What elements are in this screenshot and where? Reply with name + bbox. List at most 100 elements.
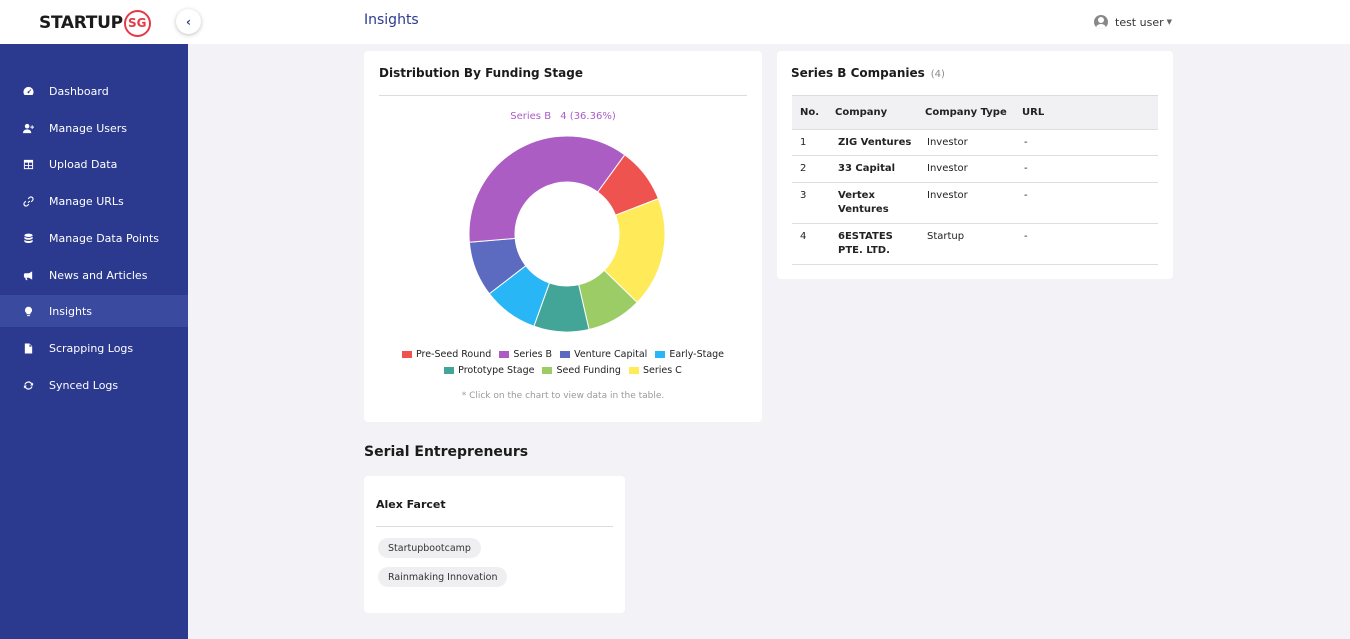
row-url: - <box>1024 231 1028 242</box>
row-no: 1 <box>800 137 807 148</box>
sidebar-item-label: Manage URLs <box>49 194 124 208</box>
series-b-table: No. Company Company Type URL 1 ZIG Ventu… <box>792 95 1158 265</box>
sidebar-item-insights[interactable]: Insights <box>0 295 188 327</box>
table-row[interactable]: 1 ZIG Ventures Investor - <box>792 129 1158 156</box>
row-company: Vertex Ventures <box>838 190 889 215</box>
legend-label: Pre-Seed Round <box>415 349 492 360</box>
sidebar-item-label: Scrapping Logs <box>49 341 134 355</box>
tooltip-value: 4 (36.36%) <box>560 111 616 122</box>
sidebar-item-synced-logs[interactable]: Synced Logs <box>0 369 188 401</box>
legend-swatch <box>499 351 510 358</box>
page-title: Insights <box>364 12 419 28</box>
sidebar-item-label: Manage Data Points <box>49 231 159 245</box>
chart-legend-row: Prototype Stage Seed Funding Series C <box>364 365 762 376</box>
legend-swatch <box>444 367 455 374</box>
legend-swatch <box>560 351 571 358</box>
table-icon <box>22 158 34 170</box>
logo-text: STARTUP <box>39 13 123 33</box>
sidebar-collapse-button[interactable]: ‹ <box>176 9 201 34</box>
legend-item-pre-seed-round[interactable]: Pre-Seed Round <box>401 349 492 360</box>
row-url: - <box>1024 163 1028 174</box>
legend-swatch <box>401 351 412 358</box>
sidebar-item-manage-urls[interactable]: Manage URLs <box>0 185 188 217</box>
legend-label: Series C <box>642 365 682 376</box>
sidebar-item-upload-data[interactable]: Upload Data <box>0 148 188 180</box>
sidebar-item-label: Synced Logs <box>49 378 119 392</box>
sidebar-item-label: Manage Users <box>49 121 127 135</box>
row-url: - <box>1024 137 1028 148</box>
row-company-type: Investor <box>927 190 968 201</box>
row-no: 2 <box>800 163 807 174</box>
table-header: No. Company Company Type URL <box>792 95 1158 129</box>
table-row[interactable]: 2 33 Capital Investor - <box>792 156 1158 183</box>
user-name: test user <box>1115 15 1164 29</box>
row-url: - <box>1024 190 1028 201</box>
sidebar-item-manage-users[interactable]: Manage Users <box>0 112 188 144</box>
legend-item-early-stage[interactable]: Early-Stage <box>655 349 724 360</box>
file-icon <box>22 342 34 354</box>
logo-badge: SG <box>123 9 151 37</box>
sidebar-item-label: Insights <box>49 304 93 318</box>
serial-entrepreneurs-title: Serial Entrepreneurs <box>364 444 529 460</box>
legend-label: Prototype Stage <box>458 365 535 376</box>
column-header-company-type: Company Type <box>925 107 1007 118</box>
row-no: 4 <box>800 231 807 242</box>
row-no: 3 <box>800 190 807 201</box>
sync-icon <box>22 379 34 391</box>
legend-label: Venture Capital <box>574 349 648 360</box>
column-header-company: Company <box>835 107 888 118</box>
user-plus-icon <box>22 122 34 134</box>
lightbulb-icon <box>22 305 34 317</box>
sidebar-item-dashboard[interactable]: Dashboard <box>0 75 188 107</box>
chart-tooltip: Series B 4 (36.36%) <box>364 111 762 122</box>
sidebar-item-manage-data-points[interactable]: Manage Data Points <box>0 222 188 254</box>
card-divider <box>379 95 747 96</box>
legend-swatch <box>628 367 639 374</box>
sidebar: Dashboard Manage Users Upload Data Manag… <box>0 44 188 639</box>
legend-item-venture-capital[interactable]: Venture Capital <box>560 349 647 360</box>
link-icon <box>22 195 34 207</box>
legend-item-prototype-stage[interactable]: Prototype Stage <box>444 365 534 376</box>
entrepreneur-name: Alex Farcet <box>376 498 446 511</box>
gauge-icon <box>22 85 34 97</box>
row-company: 6ESTATES PTE. LTD. <box>838 231 893 256</box>
row-company: 33 Capital <box>838 163 896 174</box>
series-b-title: Series B Companies (4) <box>791 66 945 80</box>
series-b-count: (4) <box>930 69 945 80</box>
megaphone-icon <box>22 269 34 281</box>
column-header-url: URL <box>1022 107 1045 118</box>
user-menu[interactable]: test user ▼ <box>1094 15 1172 29</box>
legend-swatch <box>655 351 666 358</box>
legend-item-series-c[interactable]: Series C <box>628 365 682 376</box>
table-row[interactable]: 3 Vertex Ventures Investor - <box>792 183 1158 224</box>
sidebar-item-label: Dashboard <box>49 84 109 98</box>
legend-swatch <box>542 367 553 374</box>
user-avatar-icon <box>1094 15 1108 29</box>
legend-item-series-b[interactable]: Series B <box>499 349 552 360</box>
legend-item-seed-funding[interactable]: Seed Funding <box>542 365 621 376</box>
sidebar-item-label: Upload Data <box>49 157 118 171</box>
legend-label: Early-Stage <box>669 349 725 360</box>
legend-label: Seed Funding <box>556 365 621 376</box>
legend-label: Series B <box>513 349 553 360</box>
tooltip-label: Series B <box>510 111 552 122</box>
series-b-companies-card: Series B Companies (4) No. Company Compan… <box>777 51 1173 279</box>
chevron-left-icon: ‹ <box>186 14 191 29</box>
table-row[interactable]: 4 6ESTATES PTE. LTD. Startup - <box>792 224 1158 265</box>
top-bar: STARTUP SG ‹ Insights test user ▼ <box>0 0 1350 44</box>
funding-donut-chart[interactable] <box>467 134 667 334</box>
company-chip[interactable]: Rainmaking Innovation <box>378 567 508 587</box>
funding-stage-card: Distribution By Funding Stage Series B 4… <box>364 51 762 422</box>
company-chip[interactable]: Startupbootcamp <box>378 538 481 558</box>
sidebar-item-news-and-articles[interactable]: News and Articles <box>0 259 188 291</box>
startup-sg-logo[interactable]: STARTUP SG <box>39 9 151 37</box>
entrepreneur-card: Alex Farcet Startupbootcamp Rainmaking I… <box>364 476 625 613</box>
database-icon <box>22 232 34 244</box>
funding-stage-title: Distribution By Funding Stage <box>379 66 583 80</box>
row-company-type: Investor <box>927 163 968 174</box>
sidebar-item-label: News and Articles <box>49 268 148 282</box>
sidebar-item-scrapping-logs[interactable]: Scrapping Logs <box>0 332 188 364</box>
card-divider <box>376 526 613 527</box>
series-b-title-text: Series B Companies <box>791 66 925 80</box>
row-company-type: Investor <box>927 137 968 148</box>
